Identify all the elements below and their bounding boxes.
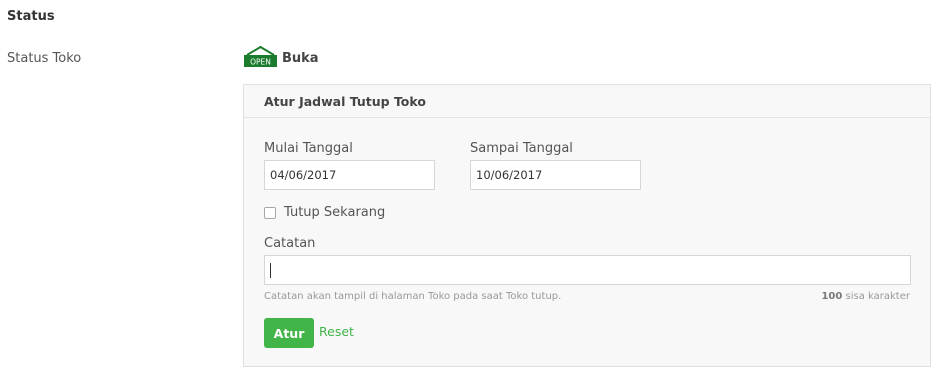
note-input[interactable] — [264, 255, 911, 285]
status-value: Buka — [282, 50, 319, 66]
note-hint: Catatan akan tampil di halaman Toko pada… — [264, 291, 562, 302]
close-now-label[interactable]: Tutup Sekarang — [284, 205, 385, 220]
note-label: Catatan — [264, 236, 316, 251]
submit-button[interactable]: Atur — [264, 318, 314, 348]
schedule-close-panel: Atur Jadwal Tutup Toko Mulai Tanggal Sam… — [243, 84, 931, 367]
end-date-input[interactable] — [470, 160, 641, 190]
panel-title: Atur Jadwal Tutup Toko — [244, 85, 930, 118]
store-status: OPEN Buka — [243, 46, 319, 68]
start-date-input[interactable] — [264, 160, 435, 190]
char-count: 100 — [821, 291, 843, 302]
open-sign-text: OPEN — [250, 58, 271, 67]
text-caret — [270, 263, 271, 278]
close-now-checkbox[interactable] — [264, 207, 276, 219]
char-counter: 100 sisa karakter — [821, 291, 910, 302]
start-date-label: Mulai Tanggal — [264, 141, 353, 156]
section-title: Status — [7, 9, 55, 24]
end-date-label: Sampai Tanggal — [470, 141, 573, 156]
open-sign-icon: OPEN — [244, 46, 277, 67]
store-status-page: Status Status Toko OPEN Buka Atur Jadwal… — [0, 0, 943, 381]
char-count-suffix: sisa karakter — [845, 291, 910, 302]
status-toko-label: Status Toko — [7, 51, 82, 66]
reset-link[interactable]: Reset — [319, 324, 354, 339]
